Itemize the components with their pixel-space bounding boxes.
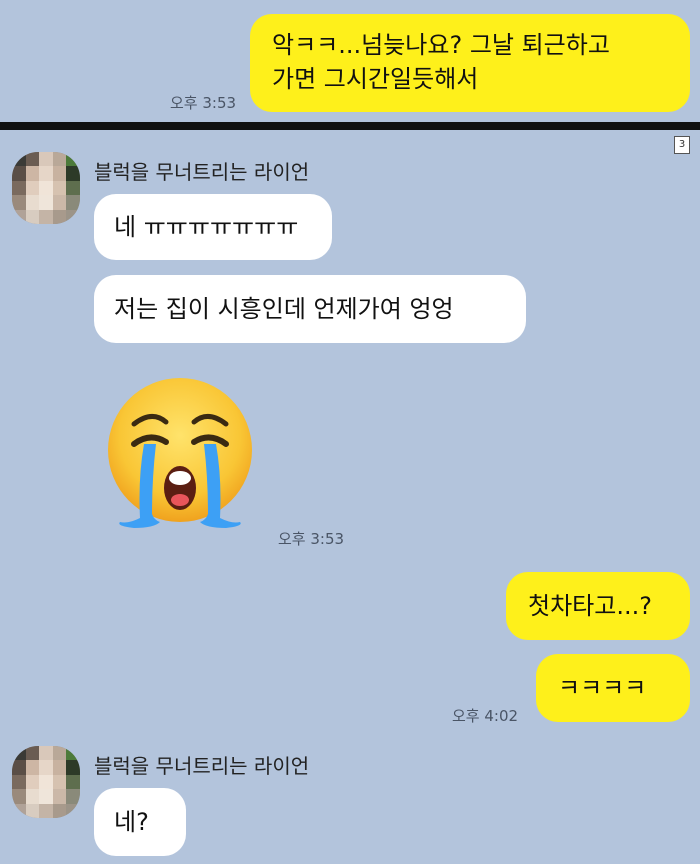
avatar-pixel [52,180,67,196]
avatar-pixel [52,774,67,790]
loudly-crying-face-icon[interactable] [104,378,256,530]
avatar[interactable] [12,152,80,224]
their-message-bubble[interactable]: 저는 집이 시흥인데 언제가여 엉엉 [94,275,526,343]
message-timestamp: 오후 4:02 [452,707,519,725]
avatar-pixel [12,789,26,804]
avatar-pixel [12,760,26,775]
message-text: 네 ㅠㅠㅠㅠㅠㅠㅠ [114,213,299,241]
message-text: ㅋㅋㅋㅋ [558,674,647,702]
avatar-pixel [39,774,53,790]
avatar-pixel [66,180,80,196]
sender-name: 블럭을 무너트리는 라이언 [94,160,310,184]
avatar-pixel [25,789,40,804]
avatar[interactable] [12,746,80,818]
avatar-pixel [12,774,26,790]
avatar-pixel [39,803,53,818]
avatar-pixel [39,746,53,761]
avatar-pixel [52,152,67,167]
avatar-pixel [52,746,67,761]
avatar-pixel [52,195,67,210]
message-text: 네? [114,808,149,836]
avatar-pixel [12,166,26,181]
avatar-pixel [25,774,40,790]
avatar-pixel [25,746,40,761]
avatar-pixel [25,803,40,818]
avatar-pixel [52,166,67,181]
their-message-bubble[interactable]: 네? [94,788,186,856]
avatar-pixel [52,789,67,804]
avatar-pixel [66,774,80,790]
avatar-pixel [25,195,40,210]
avatar-pixel [25,209,40,224]
avatar-pixel [66,195,80,210]
their-message-bubble[interactable]: 네 ㅠㅠㅠㅠㅠㅠㅠ [94,194,332,260]
avatar-pixel [25,180,40,196]
my-message-bubble[interactable]: 악ㅋㅋ...넘늦나요? 그날 퇴근하고 가면 그시간일듯해서 [250,14,690,112]
avatar-pixel [12,195,26,210]
avatar-pixel [52,209,67,224]
message-line-1: 악ㅋㅋ...넘늦나요? 그날 퇴근하고 [272,31,610,59]
message-text: 저는 집이 시흥인데 언제가여 엉엉 [114,295,454,323]
avatar-pixel [12,180,26,196]
avatar-pixel [39,180,53,196]
avatar-pixel [39,789,53,804]
avatar-pixel [66,166,80,181]
avatar-pixel [66,789,80,804]
avatar-pixel [52,760,67,775]
message-text: 첫차타고...? [528,592,652,620]
page-number-badge: 3 [674,136,690,154]
avatar-pixel [39,152,53,167]
avatar-pixel [25,166,40,181]
message-timestamp: 오후 3:53 [278,530,345,548]
message-timestamp: 오후 3:53 [170,94,237,112]
avatar-pixel [39,209,53,224]
screenshot-divider [0,122,700,130]
avatar-pixel [25,152,40,167]
avatar-pixel [25,760,40,775]
previous-chat-screenshot: 악ㅋㅋ...넘늦나요? 그날 퇴근하고 가면 그시간일듯해서 오후 3:53 [0,0,700,122]
avatar-pixel [52,803,67,818]
avatar-pixel [39,195,53,210]
avatar-pixel [39,166,53,181]
avatar-pixel [66,760,80,775]
sender-name: 블럭을 무너트리는 라이언 [94,754,310,778]
message-line-2: 가면 그시간일듯해서 [272,65,479,93]
avatar-pixel [39,760,53,775]
my-message-bubble[interactable]: 첫차타고...? [506,572,690,640]
my-message-bubble[interactable]: ㅋㅋㅋㅋ [536,654,690,722]
